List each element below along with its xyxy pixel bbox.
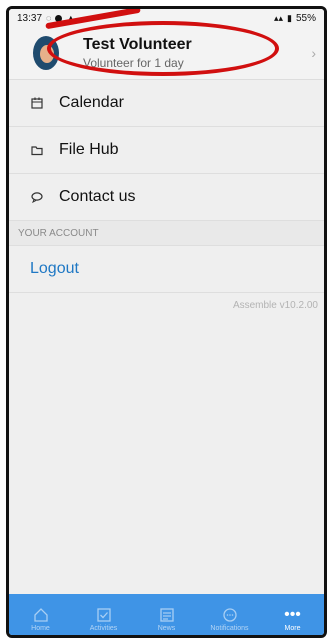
notification-icon (221, 606, 239, 624)
logout-button[interactable]: Logout (9, 246, 324, 293)
section-header-account: YOUR ACCOUNT (9, 221, 324, 246)
tab-label: Notifications (210, 625, 249, 632)
tab-label: More (284, 625, 301, 632)
tab-notifications[interactable]: Notifications (202, 606, 258, 632)
menu-item-file-hub[interactable]: File Hub (9, 127, 324, 174)
empty-area (9, 313, 324, 597)
check-icon (95, 606, 113, 624)
menu-item-label: Calendar (59, 94, 124, 111)
menu-item-label: File Hub (59, 141, 119, 158)
news-icon (158, 606, 176, 624)
more-icon: ••• (284, 606, 301, 623)
calendar-icon (30, 96, 44, 110)
tab-news[interactable]: News (139, 606, 195, 632)
tab-more[interactable]: ••• More (265, 606, 321, 632)
tab-label: News (157, 625, 176, 632)
status-time: 13:37 (17, 12, 43, 24)
status-right: ▴▴ ▮ 55% (274, 13, 316, 24)
annotation-circle (47, 21, 279, 76)
signal-icon: ▴▴ (273, 12, 284, 23)
menu-item-contact-us[interactable]: Contact us (9, 174, 324, 221)
menu-item-calendar[interactable]: Calendar (9, 80, 324, 127)
battery-icon: ▮ (287, 12, 292, 23)
chat-icon (30, 190, 44, 204)
tab-label: Home (31, 625, 50, 632)
tab-activities[interactable]: Activities (76, 606, 132, 632)
folder-icon (30, 143, 44, 157)
chevron-right-icon: › (311, 45, 316, 61)
bottom-tab-bar: Home Activities News Notifications ••• M… (9, 594, 324, 635)
home-icon (32, 606, 50, 624)
tab-label: Activities (89, 625, 118, 632)
phone-frame: 13:37 ◌ ▲ ▴▴ ▮ 55% Test Volunteer Volunt… (6, 6, 327, 638)
battery-percent: 55% (295, 12, 316, 24)
tab-home[interactable]: Home (13, 606, 69, 632)
menu-item-label: Contact us (59, 188, 136, 205)
